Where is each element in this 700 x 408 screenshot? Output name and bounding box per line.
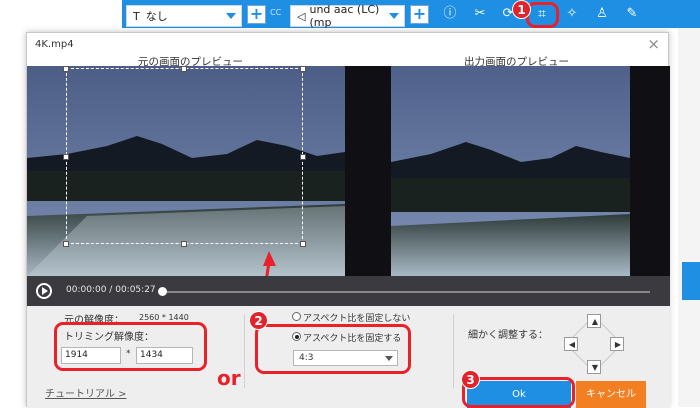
playback-controls: 00:00:00 / 00:05:27 (27, 276, 670, 306)
time-separator: / (109, 285, 113, 295)
add-subtitle-button[interactable]: + (247, 5, 266, 24)
add-audio-button[interactable]: + (410, 5, 429, 24)
fine-adjust-label: 細かく調整する： (468, 330, 548, 341)
chevron-down-icon (226, 13, 236, 19)
direction-pad: ▲ ◀ ▶ ▼ (564, 314, 624, 374)
speaker-icon: ◁ (297, 9, 306, 23)
arrow-down-button[interactable]: ▼ (587, 360, 601, 374)
close-icon[interactable]: × (647, 35, 660, 53)
arrow-up-button[interactable]: ▲ (587, 314, 601, 328)
cancel-button[interactable]: キャンセル (576, 381, 646, 408)
chevron-down-icon (389, 13, 399, 19)
arrow-left-button[interactable]: ◀ (564, 337, 578, 351)
step-badge-3: 3 (461, 370, 480, 389)
text-icon: T (133, 9, 140, 23)
annotation-arrow (263, 251, 276, 276)
arrow-up-icon: ▲ (591, 317, 599, 326)
dialog-title: 4K.mp4 (35, 39, 74, 50)
main-toolbar: T なし + CC ◁ und aac (LC) (mp + ⓘ ✂ ⟳ ⌗ ✧… (122, 0, 700, 29)
original-resolution-value: 2560 * 1440 (139, 313, 189, 322)
trim-highlight-ring (54, 322, 207, 371)
watermark-icon[interactable]: ♙ (592, 4, 612, 24)
free-aspect-radio[interactable] (292, 312, 301, 321)
subtitle-select-value: なし (145, 10, 168, 23)
audio-select[interactable]: ◁ und aac (LC) (mp (290, 3, 405, 29)
app-side-button (682, 262, 700, 300)
arrow-down-icon: ▼ (591, 363, 599, 372)
crop-dialog: 4K.mp4 × 元の画面のプレビュー 出力画面のプレビュー 00:00:00 … (26, 32, 670, 408)
seek-bar[interactable] (160, 291, 650, 293)
play-icon[interactable] (36, 283, 52, 299)
cc-icon[interactable]: CC (270, 8, 281, 17)
subtitle-select[interactable]: T なし (126, 5, 242, 27)
seek-handle[interactable] (158, 287, 167, 296)
app-background-strip (678, 28, 700, 407)
step-badge-1: 1 (512, 0, 531, 19)
arrow-right-button[interactable]: ▶ (610, 337, 624, 351)
divider (453, 314, 454, 388)
info-icon[interactable]: ⓘ (440, 4, 460, 24)
edit-icon[interactable]: ✎ (622, 4, 642, 24)
divider (244, 314, 245, 388)
tutorial-link[interactable]: チュートリアル > (45, 385, 126, 400)
cut-icon[interactable]: ✂ (470, 4, 490, 24)
crop-highlight-ring (526, 2, 559, 28)
aspect-highlight-ring (255, 324, 411, 374)
or-annotation: or (217, 366, 241, 390)
arrow-right-icon: ▶ (614, 340, 622, 349)
current-time: 00:00:00 (66, 285, 107, 295)
step-badge-2: 2 (249, 311, 268, 330)
effect-icon[interactable]: ✧ (562, 4, 582, 24)
free-aspect-label: アスペクト比を固定しない (303, 314, 411, 324)
preview-area (27, 66, 670, 276)
arrow-left-icon: ◀ (568, 340, 576, 349)
time-display: 00:00:00 / 00:05:27 (66, 285, 156, 295)
background-area (0, 0, 122, 28)
duration: 00:05:27 (115, 285, 156, 295)
